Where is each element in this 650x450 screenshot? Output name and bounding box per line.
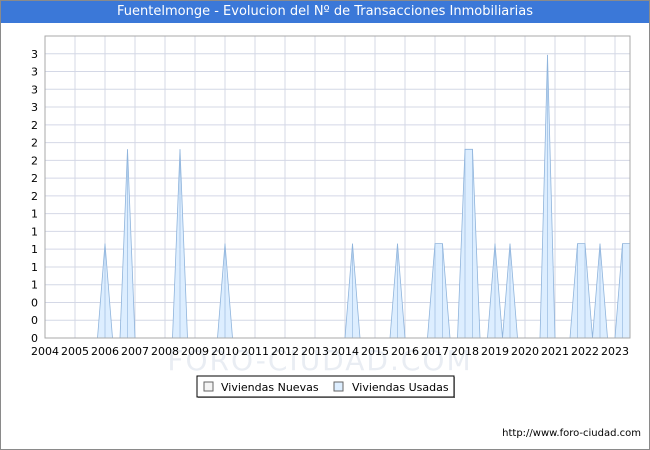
x-tick-label: 2015 [361, 345, 389, 358]
chart-svg: FORO-CIUDAD.COM 000111112222233332004 200… [31, 35, 631, 398]
legend-swatch-usadas [333, 381, 344, 392]
y-tick-label: 2 [31, 137, 38, 150]
x-tick-label: 2010 [211, 345, 239, 358]
y-tick-label: 3 [31, 48, 38, 61]
y-tick-label: 3 [31, 83, 38, 96]
legend-label-nuevas: Viviendas Nuevas [221, 381, 319, 394]
y-tick-label: 0 [31, 296, 38, 309]
x-tick-label: 2023 [601, 345, 629, 358]
y-tick-label: 2 [31, 172, 38, 185]
x-tick-label: 2014 [331, 345, 359, 358]
y-tick-label: 2 [31, 119, 38, 132]
x-tick-label: 2013 [301, 345, 329, 358]
legend-label-usadas: Viviendas Usadas [352, 381, 449, 394]
x-tick-label: 2004 [31, 345, 59, 358]
x-tick-label: 2019 [481, 345, 509, 358]
source-url: http://www.foro-ciudad.com [502, 428, 641, 439]
x-tick-label: 2017 [421, 345, 449, 358]
area-layer [97, 54, 631, 339]
x-tick-label: 2012 [271, 345, 299, 358]
y-tick-label: 1 [31, 279, 38, 292]
x-tick-label: 2016 [391, 345, 419, 358]
legend-swatch-nuevas [203, 381, 214, 392]
y-tick-label: 1 [31, 208, 38, 221]
x-tick-label: 2011 [241, 345, 269, 358]
x-tick-label: 2018 [451, 345, 479, 358]
x-tick-label: 2020 [511, 345, 539, 358]
x-tick-label: 2006 [91, 345, 119, 358]
x-tick-label: 2008 [151, 345, 179, 358]
x-tick-label: 2022 [571, 345, 599, 358]
legend: Viviendas Nuevas Viviendas Usadas [196, 375, 455, 398]
x-tick-label: 2005 [61, 345, 89, 358]
x-tick-label: 2009 [181, 345, 209, 358]
y-tick-label: 0 [31, 332, 38, 345]
series-viviendas-usadas-area [97, 54, 631, 339]
y-tick-label: 2 [31, 154, 38, 167]
x-tick-label: 2007 [121, 345, 149, 358]
y-tick-label: 1 [31, 225, 38, 238]
y-tick-label: 3 [31, 101, 38, 114]
y-tick-label: 1 [31, 261, 38, 274]
x-tick-label: 2021 [541, 345, 569, 358]
y-tick-label: 0 [31, 314, 38, 327]
y-tick-label: 2 [31, 190, 38, 203]
y-tick-label: 1 [31, 243, 38, 256]
y-tick-label: 3 [31, 66, 38, 79]
